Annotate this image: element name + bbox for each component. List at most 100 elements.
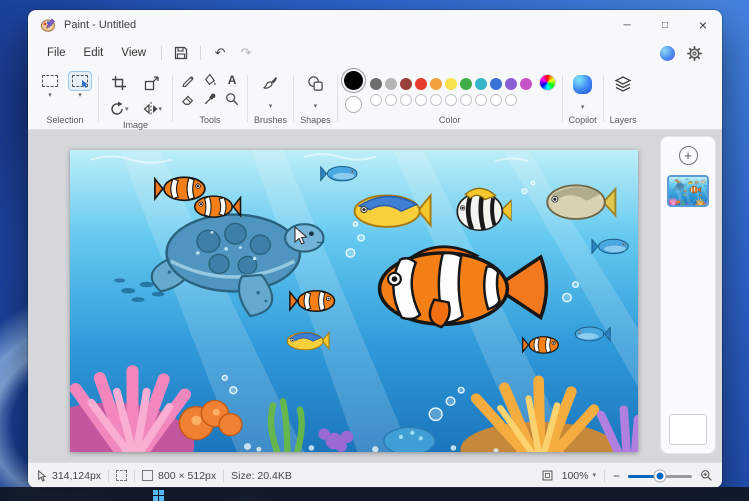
color-swatch[interactable] xyxy=(460,78,472,90)
ribbon-section-color: Color xyxy=(340,68,560,129)
color-swatch[interactable] xyxy=(505,78,517,90)
section-label-layers: Layers xyxy=(610,116,637,125)
titlebar[interactable]: Paint - Untitled ─ □ × xyxy=(28,10,722,40)
zoom-out-button[interactable]: − xyxy=(613,470,620,482)
section-label-selection: Selection xyxy=(46,116,83,125)
color-swatch[interactable] xyxy=(445,78,457,90)
ribbon-divider xyxy=(562,75,563,122)
ribbon-section-shapes: ▾ Shapes xyxy=(296,68,335,129)
color-swatch[interactable] xyxy=(370,78,382,90)
layers-button[interactable] xyxy=(610,71,636,97)
section-label-brushes: Brushes xyxy=(254,116,287,125)
statusbar-separator xyxy=(134,470,135,482)
section-label-copilot: Copilot xyxy=(569,116,597,125)
ribbon-section-image: ▾ ▾ Image xyxy=(101,68,170,129)
custom-color-slot[interactable] xyxy=(475,94,487,106)
menu-edit[interactable]: Edit xyxy=(75,44,113,62)
file-size-group: Size: 20.4KB xyxy=(231,470,292,482)
eraser-icon xyxy=(181,92,195,106)
zoom-level-dropdown[interactable]: 100% ▾ xyxy=(562,470,596,482)
caption-buttons: ─ □ × xyxy=(608,10,722,40)
layers-icon xyxy=(614,75,632,93)
color-swatch[interactable] xyxy=(430,78,442,90)
menubar-right xyxy=(660,46,712,61)
workspace: + xyxy=(28,130,722,462)
rotate-button[interactable]: ▾ xyxy=(105,97,133,121)
free-select-button[interactable] xyxy=(68,71,92,91)
minimize-button[interactable]: ─ xyxy=(608,10,646,40)
color-swatch[interactable] xyxy=(520,78,532,90)
paint-app-icon xyxy=(40,17,56,33)
save-button[interactable] xyxy=(168,42,194,64)
custom-color-slot[interactable] xyxy=(505,94,517,106)
rectangle-select-button[interactable] xyxy=(38,71,62,91)
magnifier-icon xyxy=(225,92,239,106)
color-swatch[interactable] xyxy=(385,78,397,90)
maximize-button[interactable]: □ xyxy=(646,10,684,40)
resize-button[interactable] xyxy=(139,71,167,95)
section-label-shapes: Shapes xyxy=(300,116,331,125)
custom-color-slot[interactable] xyxy=(370,94,382,106)
copilot-button[interactable] xyxy=(569,71,596,98)
redo-button[interactable]: ↷ xyxy=(233,42,259,64)
ribbon-section-brushes: ▾ Brushes xyxy=(250,68,291,129)
shapes-button[interactable] xyxy=(303,71,328,96)
custom-color-slot[interactable] xyxy=(490,94,502,106)
custom-color-slot[interactable] xyxy=(415,94,427,106)
foreground-color-swatch[interactable] xyxy=(344,71,363,90)
color-picker-button[interactable] xyxy=(199,88,221,110)
layer-thumbnail-active[interactable] xyxy=(667,175,709,207)
menubar: File Edit View ↶ ↷ xyxy=(28,40,722,66)
chevron-down-icon[interactable]: ▾ xyxy=(48,92,52,99)
taskbar xyxy=(0,487,749,501)
background-layer-thumbnail[interactable] xyxy=(669,414,707,445)
eraser-button[interactable] xyxy=(177,88,199,110)
cursor-position-icon xyxy=(37,470,47,482)
rotate-icon xyxy=(109,101,125,117)
custom-color-slot[interactable] xyxy=(385,94,397,106)
menu-view[interactable]: View xyxy=(112,44,155,62)
flip-button[interactable]: ▾ xyxy=(139,97,167,121)
magnifier-button[interactable] xyxy=(221,88,243,110)
account-icon[interactable] xyxy=(660,46,675,61)
chevron-down-icon[interactable]: ▾ xyxy=(78,92,82,99)
windows-start-button[interactable] xyxy=(153,489,164,500)
chevron-down-icon[interactable]: ▾ xyxy=(269,103,273,110)
shapes-icon xyxy=(307,75,324,92)
settings-gear-icon[interactable] xyxy=(687,46,702,61)
color-swatch[interactable] xyxy=(490,78,502,90)
chevron-down-icon: ▾ xyxy=(592,472,596,479)
section-label-color: Color xyxy=(439,116,461,125)
color-swatch[interactable] xyxy=(400,78,412,90)
close-button[interactable]: × xyxy=(684,10,722,40)
zoom-in-button[interactable] xyxy=(700,469,713,482)
custom-color-slot[interactable] xyxy=(460,94,472,106)
chevron-down-icon[interactable]: ▾ xyxy=(581,104,585,111)
zoom-controls: 100% ▾ − xyxy=(541,469,713,482)
zoom-slider-thumb[interactable] xyxy=(655,470,666,481)
undo-button[interactable]: ↶ xyxy=(207,42,233,64)
color-swatch[interactable] xyxy=(475,78,487,90)
cursor-position-value: 314,124px xyxy=(52,470,101,482)
color-swatch[interactable] xyxy=(415,78,427,90)
canvas-size-icon xyxy=(142,470,153,481)
background-color-swatch[interactable] xyxy=(345,96,362,113)
chevron-down-icon: ▾ xyxy=(125,106,129,113)
custom-color-slot[interactable] xyxy=(400,94,412,106)
chevron-down-icon[interactable]: ▾ xyxy=(314,103,318,110)
custom-color-slot[interactable] xyxy=(430,94,442,106)
add-layer-button[interactable]: + xyxy=(679,146,698,165)
custom-color-slot[interactable] xyxy=(445,94,457,106)
canvas-size-value: 800 × 512px xyxy=(158,470,216,482)
pencil-icon xyxy=(181,73,195,87)
edit-colors-button[interactable] xyxy=(539,74,556,91)
brushes-button[interactable] xyxy=(258,71,283,96)
paint-window: Paint - Untitled ─ □ × File Edit View ↶ xyxy=(28,10,722,488)
crop-button[interactable] xyxy=(105,71,133,95)
canvas-size-group: 800 × 512px xyxy=(142,470,216,482)
canvas[interactable] xyxy=(70,150,638,452)
menu-file[interactable]: File xyxy=(38,44,75,62)
windows-logo-icon xyxy=(153,490,164,501)
fit-to-screen-icon[interactable] xyxy=(541,469,554,482)
zoom-slider[interactable] xyxy=(628,470,692,482)
